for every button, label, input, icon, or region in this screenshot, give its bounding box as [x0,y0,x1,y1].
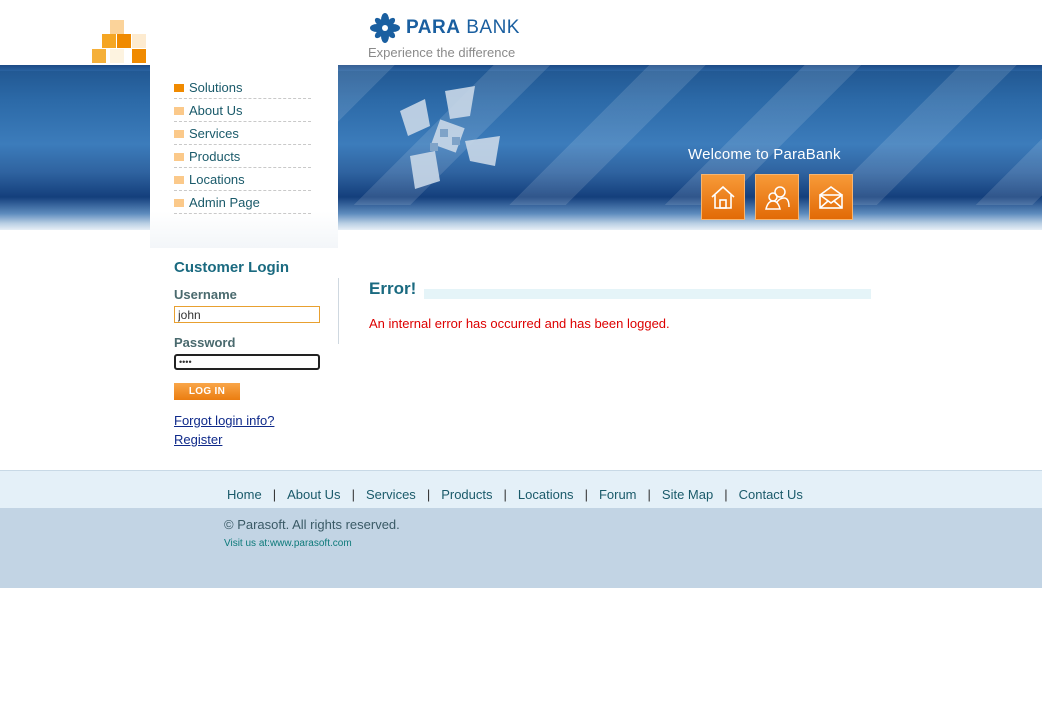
footer-separator: | [724,487,728,502]
bullet-icon [174,106,184,115]
about-button[interactable] [755,174,799,220]
contact-icon [819,186,843,209]
menu-link-about-us[interactable]: About Us [189,103,242,118]
bullet-icon [174,83,184,92]
footer-link-services[interactable]: Services [366,487,416,502]
column-divider [338,278,339,344]
footer-separator: | [647,487,651,502]
menu-item-services: Services [174,122,311,145]
footer-separator: | [272,487,277,502]
login-button[interactable]: LOG IN [174,383,240,400]
error-title: Error! [369,279,425,299]
welcome-text: Welcome to ParaBank [688,146,841,163]
bullet-icon [174,152,184,161]
footer-links: Home | About Us | Services | Products | Location… [227,487,803,502]
menu-item-admin-page: Admin Page [174,191,311,214]
menu-link-services[interactable]: Services [189,126,239,141]
top-header: PARA BANK Experience the difference [0,0,1042,65]
parasoft-link[interactable]: www.parasoft.com [270,538,352,549]
footer-separator: | [426,487,431,502]
footer-link-forum[interactable]: Forum [599,487,637,502]
menu-item-solutions: Solutions [174,76,311,99]
bullet-icon [174,198,184,207]
title-underline-bar [369,289,871,299]
menu-link-solutions[interactable]: Solutions [189,80,242,95]
visit-prefix: Visit us at: [224,538,270,549]
menu-item-locations: Locations [174,168,311,191]
left-menu: Solutions About Us Services Products Loc… [174,76,311,214]
menu-link-products[interactable]: Products [189,149,240,164]
footer-separator: | [351,487,355,502]
bullet-icon [174,175,184,184]
brand-name: PARA BANK [406,17,520,38]
password-input[interactable] [174,354,320,370]
about-icon [765,186,790,210]
visit-us-text: Visit us at:www.parasoft.com [224,538,352,549]
brand-caption: Experience the difference [368,45,516,60]
footer-link-products[interactable]: Products [441,487,492,502]
footer-link-site-map[interactable]: Site Map [662,487,713,502]
menu-item-about-us: About Us [174,99,311,122]
username-label: Username [174,287,237,302]
footer-link-about-us[interactable]: About Us [287,487,340,502]
register-link[interactable]: Register [174,432,222,447]
footer-nav: Home | About Us | Services | Products | Location… [0,470,1042,508]
footer-link-home[interactable]: Home [227,487,262,502]
customer-login-title: Customer Login [174,259,289,276]
home-button[interactable] [701,174,745,220]
contact-button[interactable] [809,174,853,220]
forgot-login-link[interactable]: Forgot login info? [174,413,274,428]
menu-item-products: Products [174,145,311,168]
footer-link-locations[interactable]: Locations [518,487,574,502]
password-label: Password [174,335,236,350]
bullet-icon [174,129,184,138]
logo-squares [92,20,150,65]
parabank-logo[interactable]: PARA BANK [369,12,520,44]
home-icon [711,185,735,209]
footer-link-contact-us[interactable]: Contact Us [739,487,803,502]
menu-link-admin-page[interactable]: Admin Page [189,195,260,210]
copyright-text: © Parasoft. All rights reserved. [224,517,400,532]
footer-bottom: © Parasoft. All rights reserved. Visit u… [0,508,1042,588]
banner-emblem-icon [400,86,500,189]
footer-separator: | [584,487,588,502]
error-message: An internal error has occurred and has b… [369,316,670,331]
username-input[interactable] [174,306,320,323]
menu-link-locations[interactable]: Locations [189,172,245,187]
parabank-logo-icon [370,13,400,43]
footer-separator: | [503,487,507,502]
